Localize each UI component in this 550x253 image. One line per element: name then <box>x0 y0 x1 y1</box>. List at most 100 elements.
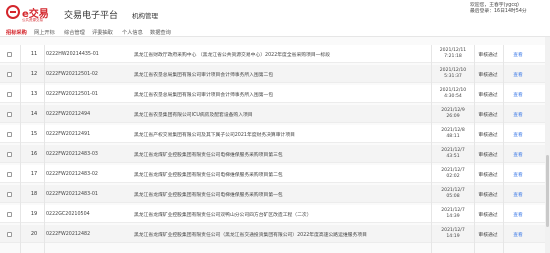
row-checkbox[interactable] <box>6 171 12 177</box>
submit-time: 2021/12/11 7:21:18 <box>432 45 474 63</box>
submit-time: 2021/12/7 14:19 <box>432 225 474 243</box>
table-row: 17 0222FW20212483-02 黑龙江省龙煤矿业控股集团有限责任公司电梯维… <box>0 165 550 183</box>
row-number: 12 <box>30 71 38 77</box>
nav-item-4[interactable]: 评委抽取 <box>92 29 113 37</box>
project-name: 黑龙江省农垦总局集团有限公司审计项目会计师事务所入围第二包 <box>134 72 274 78</box>
row-checkbox-cell[interactable] <box>5 65 13 83</box>
submit-time: 2021/12/10 5:31:37 <box>432 65 474 83</box>
view-link[interactable]: 查看 <box>505 185 531 203</box>
row-checkbox[interactable] <box>6 71 12 77</box>
project-name: 黑龙江省财政厅政府采购中心 （黑龙江省公共资源交易中心）2022年度全省采购项目… <box>134 52 331 58</box>
table-row: 12 0222FW20212501-02 黑龙江省农垦总局集团有限公司审计项目会计师… <box>0 65 550 83</box>
table-row: 15 0222FW20212491 黑龙江省产权交易集团有限公司及其下属子公司202… <box>0 125 550 143</box>
row-checkbox-cell[interactable] <box>5 125 13 143</box>
row-checkbox[interactable] <box>6 51 12 57</box>
column-divider <box>503 45 504 253</box>
submit-clock: 5:31:37 <box>444 74 462 79</box>
row-checkbox-cell[interactable] <box>5 205 13 223</box>
view-link[interactable]: 查看 <box>505 205 531 223</box>
table-row: 14 0222FW20212494 黑龙江省农垦集团有限公司ICU病房及配套设备购入… <box>0 105 550 123</box>
view-link[interactable]: 查看 <box>505 225 531 243</box>
row-number: 11 <box>30 51 38 57</box>
status-badge: 审核通过 <box>478 52 498 58</box>
status-badge: 审核通过 <box>478 192 498 198</box>
submit-clock: 48:11 <box>446 134 460 139</box>
row-checkbox[interactable] <box>6 231 12 237</box>
project-name: 黑龙江省龙煤矿业控股集团有限责任公司电梯维保服务采购项目第一包 <box>134 192 283 198</box>
submit-clock: 4:30:54 <box>444 94 462 99</box>
status-badge: 审核通过 <box>478 92 498 98</box>
status-badge: 审核通过 <box>478 72 498 78</box>
row-checkbox[interactable] <box>6 111 12 117</box>
column-divider <box>474 45 475 253</box>
project-code: 0222FW20212483-03 <box>46 151 98 157</box>
nav-item-3[interactable]: 综合管理 <box>64 29 85 37</box>
row-checkbox-cell[interactable] <box>5 105 13 123</box>
row-checkbox-cell[interactable] <box>5 45 13 63</box>
row-number: 16 <box>30 151 38 157</box>
row-checkbox-cell[interactable] <box>5 145 13 163</box>
submit-time: 2021/12/7 02:02 <box>432 165 474 183</box>
submit-time: 2021/12/7 14:39 <box>432 205 474 223</box>
row-checkbox[interactable] <box>6 131 12 137</box>
logo[interactable]: e交易 公共资源交易 <box>6 4 54 24</box>
nav-item-5[interactable]: 个人信息 <box>122 29 143 37</box>
main-nav: 招标采购 网上开标 综合管理 评委抽取 个人信息 数据查询 <box>0 28 550 38</box>
view-link[interactable]: 查看 <box>505 45 531 63</box>
table-row: 11 0222HW20214435-01 黑龙江省财政厅政府采购中心 （黑龙江省公共… <box>0 45 550 63</box>
project-code: 0222GC20210504 <box>46 211 90 217</box>
row-checkbox[interactable] <box>6 191 12 197</box>
submit-clock: 26:09 <box>446 114 460 119</box>
view-link[interactable]: 查看 <box>505 145 531 163</box>
last-login-label: 最后登录： <box>470 9 494 15</box>
row-checkbox-cell[interactable] <box>5 185 13 203</box>
view-link[interactable]: 查看 <box>505 165 531 183</box>
scroll-thumb[interactable] <box>546 155 549 227</box>
row-checkbox-cell[interactable] <box>5 165 13 183</box>
project-name: 黑龙江省农垦集团有限公司ICU病房及配套设备购入项目 <box>134 112 253 118</box>
status-badge: 审核通过 <box>478 112 498 118</box>
logo-subtext: 公共资源交易 <box>22 18 43 22</box>
nav-item-2[interactable]: 网上开标 <box>34 29 55 37</box>
project-name: 黑龙江省龙煤矿业控股集团有限责任公司电梯维保服务采购项目第二包 <box>134 172 283 178</box>
user-name[interactable]: 王春宇(ygcq) <box>489 3 519 8</box>
column-divider <box>44 45 45 253</box>
column-divider <box>431 45 432 253</box>
submit-clock: 14:19 <box>446 234 460 239</box>
row-checkbox[interactable] <box>6 91 12 97</box>
project-code: 0222FW20212483-02 <box>46 171 98 177</box>
platform-subtitle: 机构管理 <box>132 12 158 20</box>
project-code: 0222FW20212501-01 <box>46 91 98 97</box>
row-number: 14 <box>30 111 38 117</box>
view-link[interactable]: 查看 <box>505 125 531 143</box>
main-content: 11 0222HW20214435-01 黑龙江省财政厅政府采购中心 （黑龙江省公共… <box>0 37 550 253</box>
vertical-scrollbar[interactable] <box>545 37 550 253</box>
nav-item-1[interactable]: 招标采购 <box>6 29 27 38</box>
user-info: 欢迎您，王春宇(ygcq) 最后登录：16日14时54分 <box>470 3 542 16</box>
project-code: 0222FW20212501-02 <box>46 71 98 77</box>
app-header: e交易 公共资源交易 交易电子平台 机构管理 欢迎您，王春宇(ygcq) 最后登… <box>0 0 550 28</box>
nav-item-6[interactable]: 数据查询 <box>150 29 171 37</box>
row-checkbox-cell[interactable] <box>5 85 13 103</box>
view-link[interactable]: 查看 <box>505 105 531 123</box>
welcome-label: 欢迎您， <box>470 3 490 8</box>
project-name: 黑龙江省农垦总局集团有限公司审计项目会计师事务所入围第一包 <box>134 92 274 98</box>
status-badge: 审核通过 <box>478 232 498 238</box>
platform-title: 交易电子平台 <box>64 11 119 21</box>
row-checkbox-cell[interactable] <box>5 225 13 243</box>
view-link[interactable]: 查看 <box>505 85 531 103</box>
submit-time: 2021/12/7 43:51 <box>432 145 474 163</box>
submit-clock: 14:39 <box>446 214 460 219</box>
table-row: 16 0222FW20212483-03 黑龙江省龙煤矿业控股集团有限责任公司电梯维… <box>0 145 550 163</box>
row-number: 13 <box>30 91 38 97</box>
submit-clock: 7:21:18 <box>444 54 462 59</box>
column-divider <box>20 45 21 253</box>
status-badge: 审核通过 <box>478 212 498 218</box>
submit-time: 2021/12/7 05:08 <box>432 185 474 203</box>
view-link[interactable]: 查看 <box>505 65 531 83</box>
status-badge: 审核通过 <box>478 172 498 178</box>
row-checkbox[interactable] <box>6 151 12 157</box>
submit-time: 2021/12/10 4:30:54 <box>432 85 474 103</box>
project-name: 黑龙江省龙煤矿业控股集团有限责任公司双鸭山分公司四方台矿区改造工程（二次） <box>134 212 312 218</box>
row-checkbox[interactable] <box>6 211 12 217</box>
